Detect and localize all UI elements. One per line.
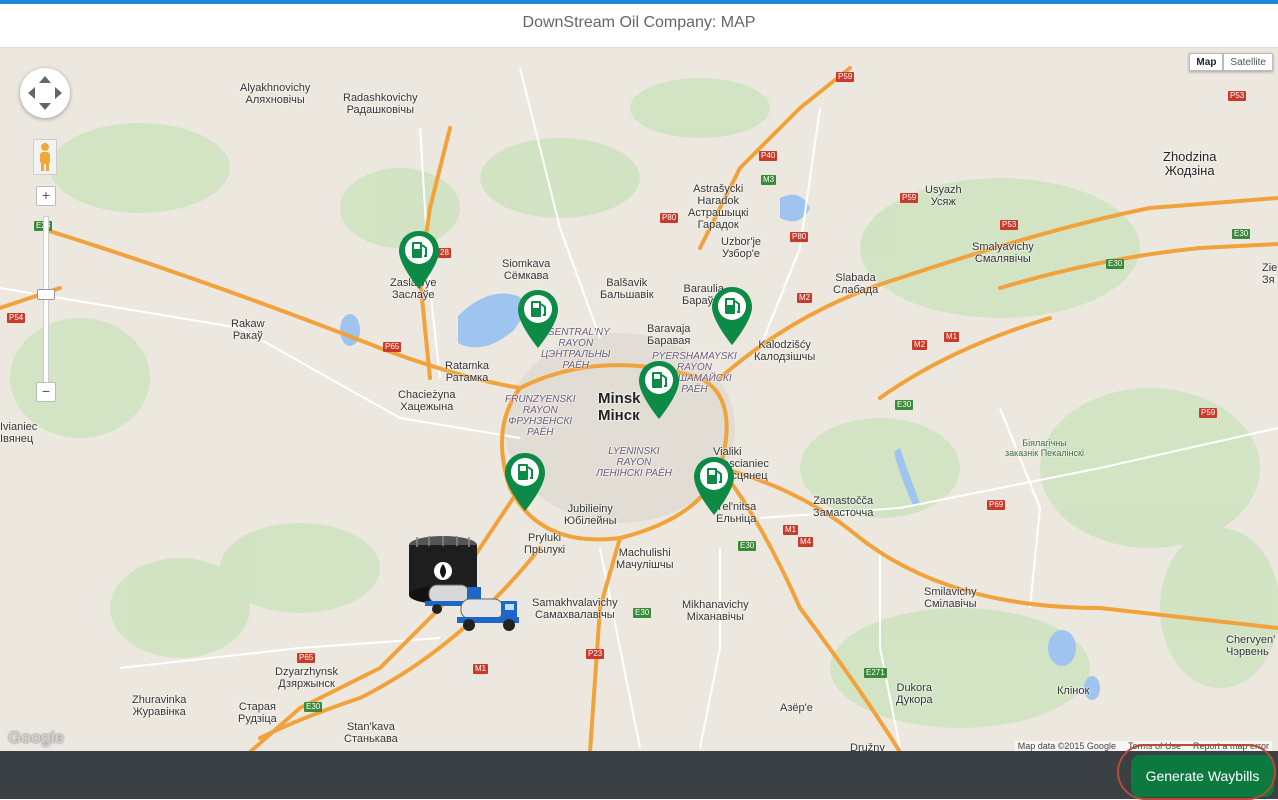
tanker-truck-icon: [457, 598, 519, 631]
label-zhodzina: Zhodzina Жодзіна: [1163, 149, 1217, 178]
road-shield: M1: [473, 664, 489, 674]
road-shield: P69: [987, 500, 1006, 510]
label-samakhvalavichy: Samakhvalavichy Самахвалавічы: [532, 597, 618, 621]
road-shield: P40: [759, 151, 778, 161]
label-uzborje: Uzbor'je Узбор'е: [721, 236, 762, 260]
label-pryluki: Pryluki Прылукі: [524, 532, 566, 556]
road-shield: E30: [1106, 259, 1125, 269]
map-attribution: Map data ©2015 Google Terms of Use Repor…: [1014, 741, 1272, 751]
page-header: DownStream Oil Company: MAP: [0, 4, 1278, 47]
map-type-toggle: Map Satellite: [1189, 53, 1273, 71]
oil-depot-icon[interactable]: [405, 533, 523, 633]
label-stankava: Stan'kava Станькава: [344, 721, 398, 745]
label-smilavichy: Smilavichy Смілавічы: [924, 586, 977, 610]
label-astrashycki: Astrašycki Haradok Астрашыцкі Гарадок: [688, 183, 749, 231]
label-radashkovichy: Radashkovichy Радашковічы: [343, 92, 418, 116]
road-shield: P80: [790, 232, 809, 242]
road-shield: P59: [836, 72, 855, 82]
report-error-link[interactable]: Report a map error: [1193, 741, 1269, 751]
label-alyakhnovichy: Alyakhnovichy Аляхновічы: [240, 82, 311, 106]
label-smalyavichy: Smalyavichy Смалявічы: [972, 241, 1034, 265]
label-siomkava: Siomkava Сёмкава: [502, 258, 551, 282]
fuel-station-marker[interactable]: [637, 359, 681, 421]
label-baravaja: Baravaja Баравая: [647, 323, 691, 347]
road-shield: E30: [633, 608, 652, 618]
road-shield: P53: [1000, 220, 1019, 230]
label-mikhanavichy: Mikhanavichy Міханавічы: [682, 599, 749, 623]
label-usyazh: Usyazh Усяж: [925, 184, 962, 208]
label-balsavik: Balšavik Бальшавік: [600, 277, 654, 301]
label-machulishi: Machulishi Мачулішчы: [616, 547, 674, 571]
road-shield: P65: [383, 342, 402, 352]
label-slabada: Slabada Слабада: [833, 272, 879, 296]
map-type-satellite-button[interactable]: Satellite: [1223, 53, 1273, 71]
road-shield: M2: [912, 340, 928, 350]
road-shield: P23: [586, 649, 605, 659]
label-staraya: Старая Рудзіца: [238, 701, 277, 725]
label-klinok: Клінок: [1057, 685, 1090, 697]
road-shield: M1: [783, 525, 799, 535]
fuel-station-marker[interactable]: [710, 285, 754, 347]
map-type-map-button[interactable]: Map: [1189, 53, 1224, 71]
label-dzyarzhynsk: Dzyarzhynsk Дзяржынск: [275, 666, 338, 690]
street-view-pegman[interactable]: [33, 139, 57, 175]
road-shield: P80: [660, 213, 679, 223]
road-shield: P59: [1199, 408, 1218, 418]
fuel-station-marker[interactable]: [516, 288, 560, 350]
terms-link[interactable]: Terms of Use: [1128, 741, 1181, 751]
pegman-icon: [40, 143, 50, 171]
fuel-station-marker[interactable]: [503, 451, 547, 513]
fuel-station-marker[interactable]: [397, 229, 441, 291]
road-shield: M2: [797, 293, 813, 303]
road-shield: E30: [738, 541, 757, 551]
label-dukora: Dukora Дукора: [896, 682, 933, 706]
label-district-frunzyenski: FRUNZYENSKI RAYON ФРУНЗЕНСКІ РАЁН: [505, 394, 576, 438]
road-shield: M3: [761, 175, 777, 185]
road-shield: P65: [297, 653, 316, 663]
map-canvas[interactable]: Alyakhnovichy Аляхновічы Radashkovichy Рад…: [0, 47, 1278, 752]
road-shield: E30: [895, 400, 914, 410]
zoom-out-button[interactable]: −: [36, 382, 56, 402]
label-minsk: Minsk Мінск: [598, 390, 641, 424]
road-shield: M4: [798, 537, 814, 547]
label-jubilieiny: Jubilieinу Юбілейны: [564, 503, 617, 527]
pan-arrows-icon: [28, 76, 62, 110]
road-shield: M1: [944, 332, 960, 342]
label-zie: Zie Зя: [1262, 262, 1278, 286]
attribution-text: Map data ©2015 Google: [1017, 741, 1116, 751]
label-kalodzisca: Kalodzišćy Калодзішчы: [754, 339, 816, 363]
label-zhuravinka: Zhuravinka Журавінка: [132, 694, 187, 718]
road-shield: E271: [864, 668, 887, 678]
zoom-slider-thumb[interactable]: [37, 289, 55, 300]
road-shield: P59: [900, 193, 919, 203]
road-shield: P53: [1228, 91, 1247, 101]
label-pekalinski-reserve: Біялагічны заказнік Пекалінскі: [1005, 438, 1084, 458]
label-rakaw: Rakaw Ракаў: [231, 318, 265, 342]
road-shield: E30: [1232, 229, 1251, 239]
google-logo[interactable]: Google: [8, 728, 64, 748]
road-shield: E30: [304, 702, 323, 712]
label-ivianiec: Ivianiec Івянец: [0, 421, 38, 445]
label-district-lyeninski: LYENINSKI RAYON ЛЕНІНСКІ РАЁН: [596, 446, 672, 479]
label-cherven: Chervyen' Чэрвень: [1226, 634, 1276, 658]
generate-waybills-button[interactable]: Generate Waybills: [1131, 755, 1274, 797]
zoom-slider-track[interactable]: [43, 216, 49, 388]
zoom-in-button[interactable]: +: [36, 186, 56, 206]
footer-bar: [0, 751, 1278, 799]
label-ratamka: Ratamka Ратамка: [445, 360, 490, 384]
label-azere: Азёр'е: [780, 702, 813, 714]
fuel-station-marker[interactable]: [692, 455, 736, 517]
road-shield: P54: [7, 313, 26, 323]
page-title: DownStream Oil Company: MAP: [522, 14, 756, 31]
pan-control[interactable]: [20, 68, 70, 118]
label-chaciezyna: Chacieżyna Хацежына: [398, 389, 456, 413]
label-zamastocca: Zamastočča Замасточча: [813, 495, 874, 519]
